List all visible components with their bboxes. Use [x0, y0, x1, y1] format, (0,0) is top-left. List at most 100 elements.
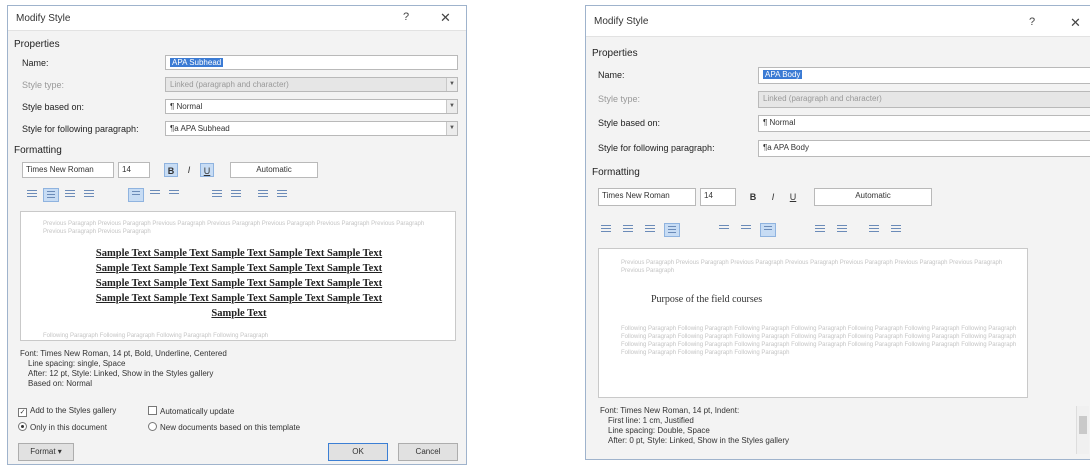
chevron-down-icon[interactable]: ▼	[446, 122, 457, 135]
close-icon[interactable]: ✕	[1070, 15, 1081, 31]
format-button[interactable]: Format ▾	[18, 443, 74, 461]
space-before-icon[interactable]	[209, 188, 225, 202]
bold-button[interactable]: B	[164, 163, 178, 177]
style-type-select: Linked (paragraph and character) ▼	[165, 77, 458, 92]
increase-indent-icon[interactable]	[888, 223, 904, 237]
preview-following-paragraph: Following Paragraph Following Paragraph …	[43, 333, 269, 339]
justify-icon[interactable]	[81, 188, 97, 202]
chevron-down-icon[interactable]: ▼	[446, 100, 457, 113]
align-center-icon[interactable]	[43, 188, 59, 202]
font-size-value: 14	[704, 191, 713, 200]
dialog-title: Modify Style	[594, 16, 649, 27]
increase-indent-icon[interactable]	[274, 188, 290, 202]
only-this-document-radio[interactable]: Only in this document	[18, 422, 107, 432]
align-left-icon[interactable]	[598, 223, 614, 237]
help-icon[interactable]: ?	[1029, 16, 1035, 28]
align-right-icon[interactable]	[62, 188, 78, 202]
description-line: Line spacing: Double, Space	[608, 426, 710, 435]
underline-button[interactable]: U	[200, 163, 214, 177]
bold-button[interactable]: B	[746, 190, 760, 204]
font-select[interactable]: Times New Roman	[598, 188, 696, 206]
title-bar: Modify Style ? ✕	[586, 6, 1090, 37]
name-input[interactable]: APA Body	[758, 67, 1090, 84]
formatting-heading: Formatting	[592, 167, 640, 178]
description-line: Line spacing: single, Space	[28, 359, 126, 368]
auto-update-label: Automatically update	[160, 407, 235, 416]
properties-heading: Properties	[592, 48, 638, 59]
space-after-icon[interactable]	[228, 188, 244, 202]
description-scrollbar[interactable]	[1076, 406, 1089, 454]
following-style-select[interactable]: ¶a APA Body	[758, 140, 1090, 157]
font-color-select[interactable]: Automatic	[814, 188, 932, 206]
decrease-indent-icon[interactable]	[866, 223, 882, 237]
style-type-label: Style type:	[22, 80, 65, 90]
new-documents-radio[interactable]: New documents based on this template	[148, 422, 300, 432]
following-style-select[interactable]: ¶a APA Subhead ▼	[165, 121, 458, 136]
italic-button[interactable]: I	[766, 190, 780, 204]
align-center-icon[interactable]	[620, 223, 636, 237]
font-size-select[interactable]: 14	[700, 188, 736, 206]
preview-sample-text: Sample Text Sample Text Sample Text Samp…	[31, 246, 447, 321]
style-type-select: Linked (paragraph and character)	[758, 91, 1090, 108]
based-on-select[interactable]: ¶ Normal ▼	[165, 99, 458, 114]
following-label: Style for following paragraph:	[22, 124, 139, 134]
italic-button[interactable]: I	[182, 163, 196, 177]
description-line: First line: 1 cm, Justified	[608, 416, 694, 425]
font-select[interactable]: Times New Roman	[22, 162, 114, 178]
style-type-value: Linked (paragraph and character)	[170, 80, 289, 89]
based-on-value: ¶ Normal	[763, 118, 796, 127]
dialog-title: Modify Style	[16, 13, 71, 24]
font-size-value: 14	[122, 165, 131, 174]
radio-icon	[148, 422, 157, 431]
space-before-icon[interactable]	[812, 223, 828, 237]
font-color-select[interactable]: Automatic	[230, 162, 318, 178]
underline-button[interactable]: U	[786, 190, 800, 204]
following-label: Style for following paragraph:	[598, 143, 715, 153]
single-spacing-icon[interactable]	[716, 223, 732, 237]
preview-sample-text: Purpose of the field courses	[651, 294, 763, 305]
align-left-icon[interactable]	[24, 188, 40, 202]
style-type-label: Style type:	[598, 94, 641, 104]
one-half-spacing-icon[interactable]	[147, 188, 163, 202]
add-to-gallery-checkbox[interactable]: ✓ Add to the Styles gallery	[18, 406, 116, 417]
following-style-value: ¶a APA Subhead	[170, 124, 230, 133]
one-half-spacing-icon[interactable]	[738, 223, 754, 237]
description-line: Based on: Normal	[28, 379, 93, 388]
checkbox-icon	[148, 406, 157, 415]
checkmark-icon: ✓	[18, 408, 27, 417]
based-on-value: ¶ Normal	[170, 102, 203, 111]
auto-update-checkbox[interactable]: Automatically update	[148, 406, 234, 416]
ok-button[interactable]: OK	[328, 443, 388, 461]
double-spacing-icon[interactable]	[760, 223, 776, 237]
preview-following-paragraph: Following Paragraph Following Paragraph …	[621, 326, 1017, 356]
description-line: After: 12 pt, Style: Linked, Show in the…	[28, 369, 214, 378]
font-color-value: Automatic	[855, 191, 891, 200]
cancel-button[interactable]: Cancel	[398, 443, 458, 461]
name-value: APA Body	[763, 70, 803, 79]
sample-line: Sample Text	[211, 308, 267, 319]
based-on-select[interactable]: ¶ Normal	[758, 115, 1090, 132]
font-value: Times New Roman	[26, 165, 94, 174]
based-on-label: Style based on:	[598, 118, 661, 128]
name-input[interactable]: APA Subhead	[165, 55, 458, 70]
double-spacing-icon[interactable]	[166, 188, 182, 202]
sample-line: Sample Text Sample Text Sample Text Samp…	[95, 263, 383, 274]
single-spacing-icon[interactable]	[128, 188, 144, 202]
radio-selected-icon	[18, 422, 27, 431]
font-value: Times New Roman	[602, 191, 670, 200]
align-right-icon[interactable]	[642, 223, 658, 237]
font-color-value: Automatic	[256, 165, 292, 174]
close-icon[interactable]: ✕	[440, 10, 451, 26]
scrollbar-thumb[interactable]	[1079, 416, 1087, 434]
sample-line: Sample Text Sample Text Sample Text Samp…	[95, 248, 383, 259]
help-icon[interactable]: ?	[403, 11, 409, 23]
space-after-icon[interactable]	[834, 223, 850, 237]
font-size-select[interactable]: 14	[118, 162, 150, 178]
decrease-indent-icon[interactable]	[255, 188, 271, 202]
description-line: Font: Times New Roman, 14 pt, Bold, Unde…	[20, 349, 227, 358]
new-documents-label: New documents based on this template	[160, 423, 301, 432]
based-on-label: Style based on:	[22, 102, 85, 112]
description-line: Font: Times New Roman, 14 pt, Indent:	[600, 406, 740, 415]
style-preview: Previous Paragraph Previous Paragraph Pr…	[20, 211, 456, 341]
justify-icon[interactable]	[664, 223, 680, 237]
